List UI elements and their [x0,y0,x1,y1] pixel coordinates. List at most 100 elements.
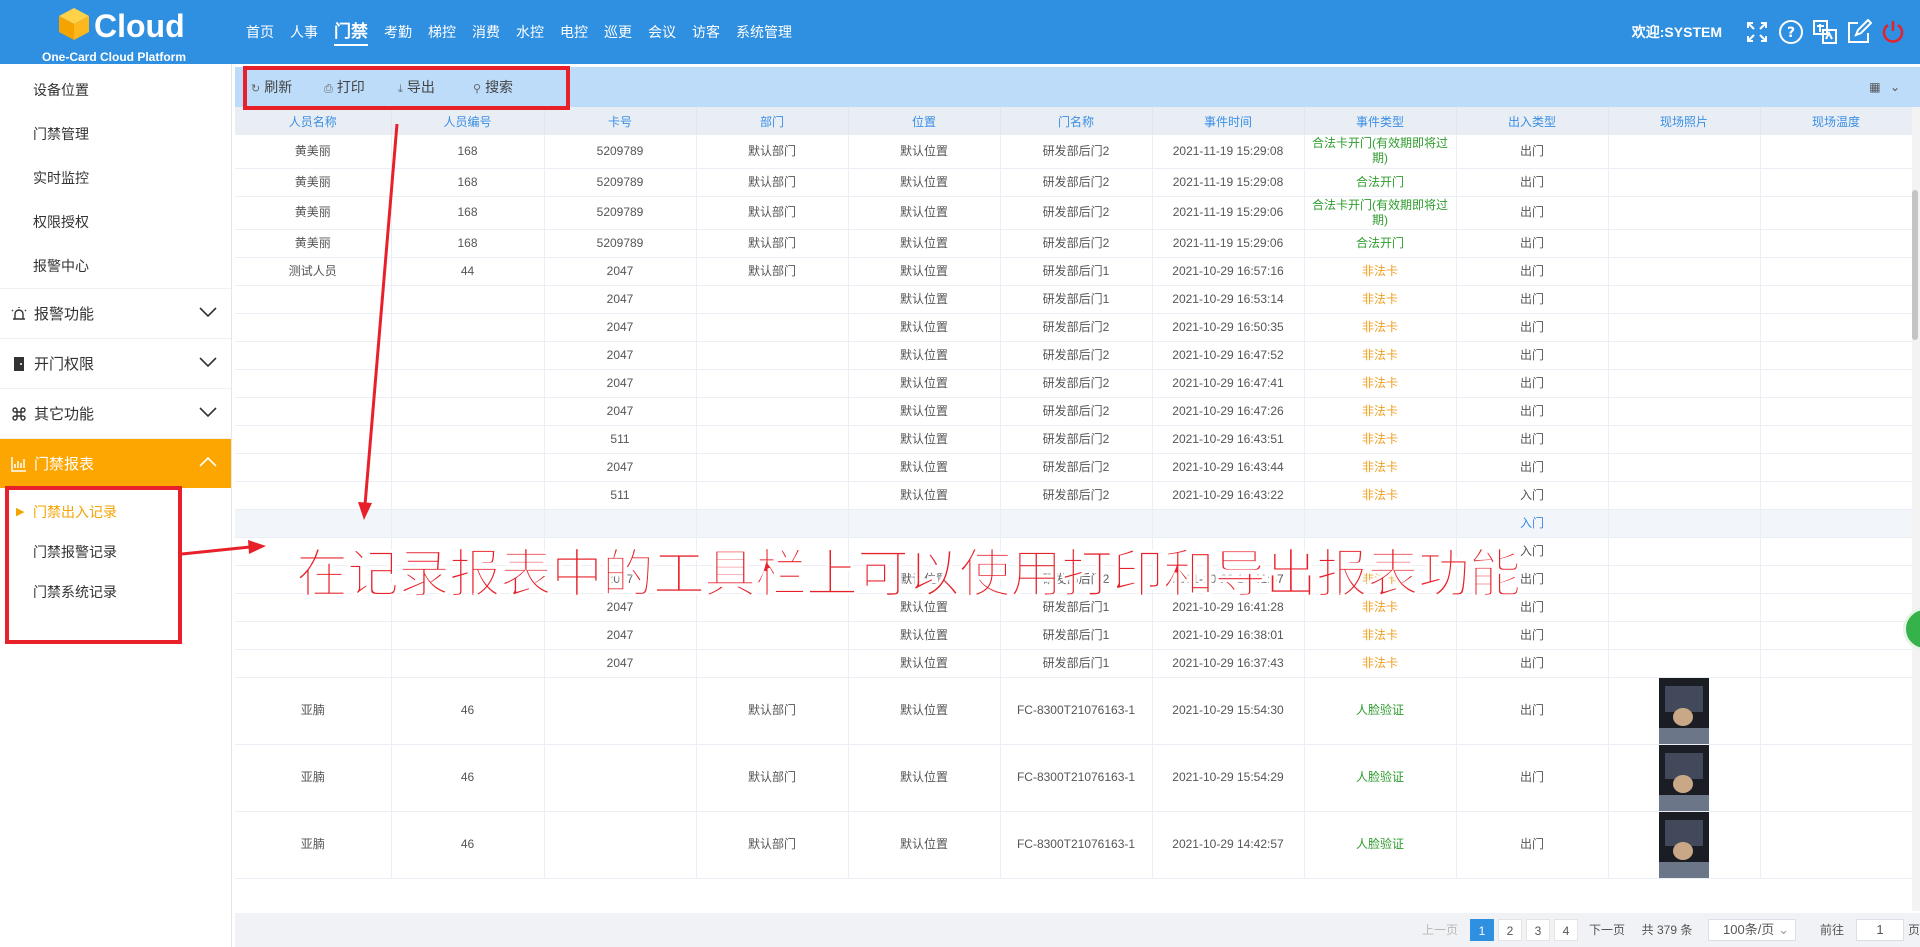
cell-card: 2047 [544,397,697,426]
cell-temperature [1760,481,1912,510]
table-row[interactable]: 2047 默认位置 研发部后门2 2021-10-29 16:43:44 非法卡 出门 [235,453,1912,482]
sidebar-item-access-record[interactable]: ▶ 门禁出入记录 [0,492,231,532]
nav-item[interactable]: 门禁 [326,0,376,64]
sidebar-item-realtime-monitor[interactable]: 实时监控 [0,156,231,200]
nav-item[interactable]: 巡更 [596,0,640,64]
sidebar-item-alarm-center[interactable]: 报警中心 [0,244,231,288]
sidebar-group-door-permission[interactable]: 开门权限 [0,338,231,388]
nav-item[interactable]: 消费 [464,0,508,64]
table-row[interactable]: 测试人员 44 2047 默认部门 默认位置 研发部后门1 2021-10-29 16:57… [235,257,1912,286]
table-row[interactable]: 黄美丽 168 5209789 默认部门 默认位置 研发部后门2 2021-11-19 15… [235,196,1912,230]
photo-part [1673,707,1693,726]
scene-photo[interactable] [1659,744,1709,811]
language-icon[interactable] [1812,19,1838,45]
cell-time: 2021-11-19 15:29:06 [1152,229,1305,258]
column-header[interactable]: 卡号 [544,107,697,135]
nav-item[interactable]: 考勤 [376,0,420,64]
sidebar-item-door-management[interactable]: 门禁管理 [0,112,231,156]
svg-text:?: ? [1787,25,1795,41]
table-row[interactable]: 511 默认位置 研发部后门2 2021-10-29 16:43:22 非法卡 入门 [235,481,1912,510]
power-icon[interactable] [1880,19,1906,45]
cell-dept [696,313,849,342]
column-header[interactable]: 现场温度 [1760,107,1912,135]
page-size-select[interactable]: 100条/页 ⌄ [1708,919,1796,941]
report-sub-list: ▶ 门禁出入记录 门禁报警记录 门禁系统记录 [0,488,231,612]
cell-time: 2021-10-29 16:53:14 [1152,285,1305,314]
goto-page-input[interactable]: 1 [1856,919,1904,941]
help-icon[interactable]: ? [1778,19,1804,45]
cell-dept: 默认部门 [696,135,849,169]
nav-item[interactable]: 访客 [684,0,728,64]
column-header[interactable]: 门名称 [1000,107,1153,135]
table-row[interactable]: 2047 默认位置 研发部后门2 2021-10-29 16:47:52 非法卡 出门 [235,341,1912,370]
cell-door: 研发部后门1 [1000,257,1153,286]
sidebar-group-alarm[interactable]: 报警功能 [0,288,231,338]
column-header[interactable]: 人员名称 [235,107,392,135]
nav-item[interactable]: 水控 [508,0,552,64]
column-header[interactable]: 部门 [696,107,849,135]
table-row[interactable]: 2047 默认位置 研发部后门2 2021-10-29 16:47:26 非法卡 出门 [235,397,1912,426]
table-row[interactable]: 亚腩 46 默认部门 默认位置 FC-8300T21076163-1 2021-10-29… [235,811,1912,879]
table-row[interactable]: 2047 默认位置 研发部后门1 2021-10-29 16:38:01 非法卡 出门 [235,621,1912,650]
column-header[interactable]: 位置 [848,107,1001,135]
page-4-button[interactable]: 4 [1554,919,1578,941]
print-button[interactable]: ⎙ 打印 [324,67,365,107]
cell-loc: 默认位置 [848,257,1001,286]
top-header: Cloud One-Card Cloud Platform 首页 人事 门禁 考勤 梯控… [0,0,1920,64]
table-row[interactable]: 2047 默认位置 研发部后门1 2021-10-29 16:37:43 非法卡 出门 [235,649,1912,678]
cell-event: 合法卡开门(有效期即将过期) [1304,135,1457,169]
search-button[interactable]: ⚲ 搜索 [473,67,513,107]
scene-photo[interactable] [1659,677,1709,744]
page-3-button[interactable]: 3 [1526,919,1550,941]
nav-item[interactable]: 梯控 [420,0,464,64]
cell-photo [1608,565,1761,594]
table-row[interactable]: 511 默认位置 研发部后门2 2021-10-29 16:43:51 非法卡 出门 [235,425,1912,454]
column-header[interactable]: 出入类型 [1456,107,1609,135]
cell-no [391,313,545,342]
table-row[interactable]: 2047 默认位置 研发部后门1 2021-10-29 16:53:14 非法卡 出门 [235,285,1912,314]
nav-item[interactable]: 系统管理 [728,0,800,64]
cell-name: 黄美丽 [235,168,392,197]
nav-item[interactable]: 人事 [282,0,326,64]
next-page-button[interactable]: 下一页 [1583,919,1631,941]
nav-item[interactable]: 电控 [552,0,596,64]
cell-dept [696,341,849,370]
table-row[interactable]: 黄美丽 168 5209789 默认部门 默认位置 研发部后门2 2021-11-19 15… [235,229,1912,258]
cell-photo [1608,285,1761,314]
column-header[interactable]: 人员编号 [391,107,545,135]
page-1-button[interactable]: 1 [1470,919,1494,941]
nav-item[interactable]: 会议 [640,0,684,64]
cell-door: 研发部后门2 [1000,397,1153,426]
sidebar-group-door-report[interactable]: 门禁报表 [0,438,231,488]
nav-item[interactable]: 首页 [238,0,282,64]
prev-page-button[interactable]: 上一页 [1417,919,1463,941]
cell-photo[interactable] [1608,677,1761,745]
column-header[interactable]: 现场照片 [1608,107,1761,135]
table-row[interactable]: 2047 默认位置 研发部后门2 2021-10-29 16:50:35 非法卡 出门 [235,313,1912,342]
sidebar-item-device-location[interactable]: 设备位置 [0,68,231,112]
cell-photo[interactable] [1608,744,1761,812]
table-row[interactable]: 亚腩 46 默认部门 默认位置 FC-8300T21076163-1 2021-10-29… [235,744,1912,812]
page-2-button[interactable]: 2 [1498,919,1522,941]
table-row[interactable]: 2047 默认位置 研发部后门2 2021-10-29 16:47:41 非法卡 出门 [235,369,1912,398]
fullscreen-icon[interactable] [1744,19,1770,45]
cell-dept: 默认部门 [696,168,849,197]
logo[interactable]: Cloud One-Card Cloud Platform [40,4,190,64]
table-row[interactable]: 黄美丽 168 5209789 默认部门 默认位置 研发部后门2 2021-11-19 15… [235,135,1912,169]
sidebar-item-system-record[interactable]: 门禁系统记录 [0,572,231,612]
table-row[interactable]: 亚腩 46 默认部门 默认位置 FC-8300T21076163-1 2021-10-29… [235,677,1912,745]
sidebar-group-other[interactable]: 其它功能 [0,388,231,438]
edit-icon[interactable] [1846,19,1872,45]
export-button[interactable]: ⤓ 导出 [398,67,435,107]
column-toggle[interactable]: ▦ ⌄ [1869,80,1900,94]
scene-photo[interactable] [1659,811,1709,878]
column-header[interactable]: 事件时间 [1152,107,1305,135]
column-header[interactable]: 事件类型 [1304,107,1457,135]
sidebar-item-alarm-record[interactable]: 门禁报警记录 [0,532,231,572]
cell-photo[interactable] [1608,811,1761,879]
refresh-button[interactable]: ↻ 刷新 [251,67,292,107]
cell-dept [696,481,849,510]
table-row[interactable]: 黄美丽 168 5209789 默认部门 默认位置 研发部后门2 2021-11-19 15… [235,168,1912,197]
sidebar-item-permission-grant[interactable]: 权限授权 [0,200,231,244]
table-scrollbar-thumb[interactable] [1912,190,1918,340]
